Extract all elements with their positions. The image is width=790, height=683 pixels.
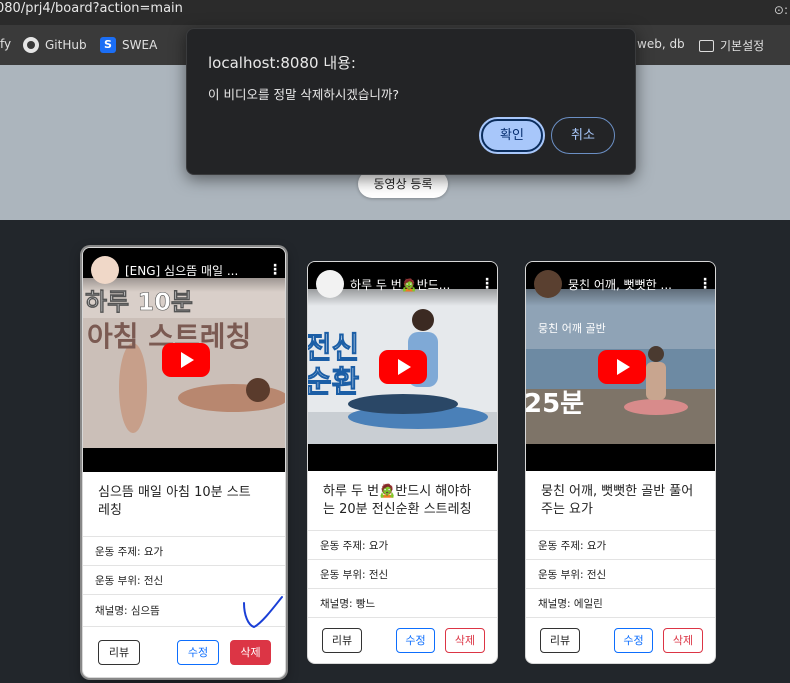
edit-button[interactable]: 수정 xyxy=(614,628,653,653)
video-top-bar: 하루 두 번🧟반드... ⋮ xyxy=(308,262,497,306)
card-title: 하루 두 번🧟반드시 해야하 는 20분 전신순환 스트레칭 xyxy=(323,483,472,519)
card-footer-divider xyxy=(308,617,497,618)
bookmark-swea[interactable]: S SWEA xyxy=(100,37,157,53)
video-card: 전신 순환 하루 두 번🧟반드... ⋮ 하루 두 번🧟반드시 해야하 는 20… xyxy=(307,261,498,664)
title-line: 심으뜸 매일 아침 10분 스트 xyxy=(98,485,251,500)
part-text: 운동 부위: 전신 xyxy=(95,574,164,587)
card-footer-divider xyxy=(526,617,715,618)
folder-icon xyxy=(699,39,714,52)
channel-row: 채널명: 에일린 xyxy=(526,588,715,617)
github-icon xyxy=(23,37,39,53)
title-line: 뭉친 어깨, 뻣뻣한 골반 풀어 xyxy=(541,484,694,499)
thumbnail-text: 25분 xyxy=(526,389,584,419)
topic-row: 운동 주제: 요가 xyxy=(526,530,715,559)
url-text[interactable]: 080/prj4/board?action=main xyxy=(0,0,183,18)
address-bar[interactable]: 080/prj4/board?action=main ⊙: xyxy=(0,0,790,25)
thumbnail-text: 순환 xyxy=(308,365,359,400)
dialog-message: 이 비디오를 정말 삭제하시겠습니까? xyxy=(208,87,400,102)
channel-text: 채널명: 심으뜸 xyxy=(95,605,160,617)
part-text: 운동 부위: 전신 xyxy=(538,568,607,581)
thumbnail-text: 하루 10분 xyxy=(85,288,193,316)
play-icon[interactable] xyxy=(162,343,210,377)
video-top-bar: 뭉친 어깨, 뻣뻣한 ... ⋮ xyxy=(526,262,715,306)
check-mark-annotation xyxy=(243,596,283,629)
channel-avatar[interactable] xyxy=(534,270,562,298)
video-embed[interactable]: 뭉친 어깨 골반 25분 뭉친 어깨, 뻣뻣한 ... ⋮ xyxy=(526,262,715,471)
video-title[interactable]: 뭉친 어깨, 뻣뻣한 ... xyxy=(568,276,689,293)
swea-icon: S xyxy=(100,37,116,53)
delete-button[interactable]: 삭제 xyxy=(663,628,703,653)
topic-row: 운동 주제: 요가 xyxy=(308,530,497,559)
topic-text: 운동 주제: 요가 xyxy=(95,545,164,558)
card-title: 심으뜸 매일 아침 10분 스트 레칭 xyxy=(98,484,251,520)
dialog-title: localhost:8080 내용: xyxy=(208,54,356,72)
channel-text: 채널명: 빵느 xyxy=(320,597,376,610)
card-title: 뭉친 어깨, 뻣뻣한 골반 풀어 주는 요가 xyxy=(541,483,693,519)
bookmark-item[interactable]: fy xyxy=(0,37,11,51)
bookmark-label: 기본설정 xyxy=(720,39,765,53)
video-title[interactable]: 하루 두 번🧟반드... xyxy=(350,276,471,293)
title-line: 주는 요가 xyxy=(541,502,593,517)
edit-button[interactable]: 수정 xyxy=(177,640,219,665)
title-line: 는 20분 전신순환 스트레칭 xyxy=(323,502,472,517)
bookmark-label: GitHub xyxy=(45,38,87,52)
play-icon[interactable] xyxy=(598,350,646,384)
channel-avatar[interactable] xyxy=(316,270,344,298)
video-embed[interactable]: 하루 10분 아침 스트레칭 [ENG] 심으뜸 매일 ... ⋮ xyxy=(83,248,285,472)
confirm-ok-button[interactable]: 확인 xyxy=(479,117,545,154)
confirm-dialog: localhost:8080 내용: 이 비디오를 정말 삭제하시겠습니까? 확… xyxy=(186,28,636,175)
more-icon[interactable]: ⋮ xyxy=(265,262,285,278)
video-title[interactable]: [ENG] 심으뜸 매일 ... xyxy=(125,262,259,279)
thumbnail-text: 전신 xyxy=(308,331,359,366)
thumbnail-text: 뭉친 어깨 골반 xyxy=(538,322,606,335)
bookmark-github[interactable]: GitHub xyxy=(23,37,87,53)
bookmark-label: SWEA xyxy=(122,38,158,52)
confirm-cancel-button[interactable]: 취소 xyxy=(551,117,615,154)
part-row: 운동 부위: 전신 xyxy=(308,559,497,588)
bookmark-web-db[interactable]: web, db xyxy=(637,37,685,51)
channel-avatar[interactable] xyxy=(91,256,119,284)
topic-text: 운동 주제: 요가 xyxy=(320,539,389,552)
channel-text: 채널명: 에일린 xyxy=(538,597,603,610)
channel-row: 채널명: 빵느 xyxy=(308,588,497,617)
video-card: 뭉친 어깨 골반 25분 뭉친 어깨, 뻣뻣한 ... ⋮ 뭉친 어깨, 뻣뻣한… xyxy=(525,261,716,664)
bookmark-label: fy xyxy=(0,37,12,51)
edit-button[interactable]: 수정 xyxy=(396,628,435,653)
more-icon[interactable]: ⋮ xyxy=(695,276,715,292)
extension-icon[interactable]: ⊙: xyxy=(774,1,788,19)
part-row: 운동 부위: 전신 xyxy=(83,565,285,594)
part-text: 운동 부위: 전신 xyxy=(320,568,389,581)
part-row: 운동 부위: 전신 xyxy=(526,559,715,588)
review-button[interactable]: 리뷰 xyxy=(540,628,580,653)
review-button[interactable]: 리뷰 xyxy=(322,628,362,653)
video-top-bar: [ENG] 심으뜸 매일 ... ⋮ xyxy=(83,248,285,292)
delete-button[interactable]: 삭제 xyxy=(230,640,271,665)
play-icon[interactable] xyxy=(379,350,427,384)
title-line: 하루 두 번🧟반드시 해야하 xyxy=(323,484,472,499)
delete-button[interactable]: 삭제 xyxy=(445,628,485,653)
title-line: 레칭 xyxy=(98,503,122,518)
topic-text: 운동 주제: 요가 xyxy=(538,539,607,552)
bookmark-label: web, db xyxy=(637,37,685,51)
review-button[interactable]: 리뷰 xyxy=(98,640,140,665)
video-embed[interactable]: 전신 순환 하루 두 번🧟반드... ⋮ xyxy=(308,262,497,471)
bookmark-folder[interactable]: 기본설정 xyxy=(699,37,764,54)
more-icon[interactable]: ⋮ xyxy=(477,276,497,292)
topic-row: 운동 주제: 요가 xyxy=(83,536,285,565)
